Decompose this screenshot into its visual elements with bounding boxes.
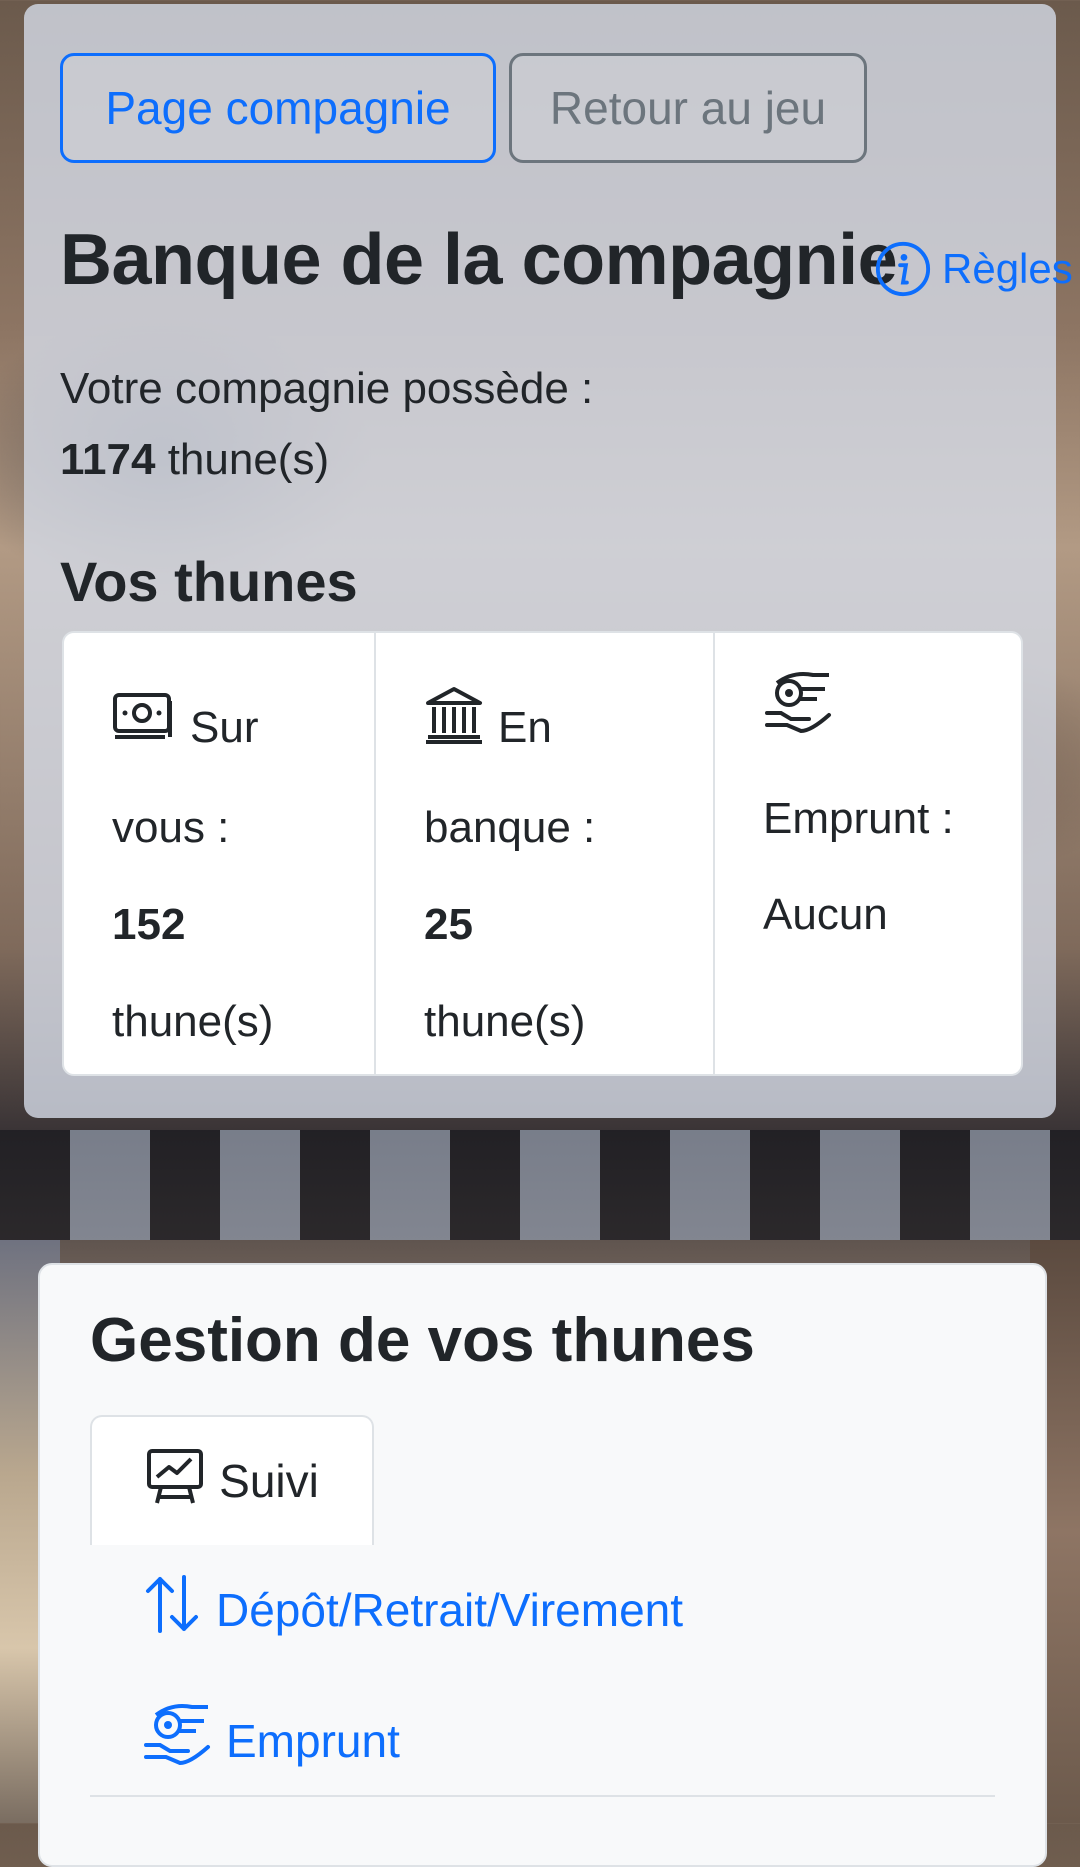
company-amount-unit: thune(s): [155, 435, 330, 484]
company-page-button[interactable]: Page compagnie: [60, 53, 496, 163]
arrows-up-down-icon: [142, 1573, 202, 1646]
stat-in-bank-amount: 25: [424, 899, 473, 949]
stat-on-you-label-2: vous :: [112, 802, 230, 852]
bank-summary-card: Page compagnie Retour au jeu Banque de l…: [24, 4, 1073, 1118]
info-circle-icon: [875, 241, 931, 297]
background-image: [0, 1130, 1080, 1240]
stat-on-you-amount: 152: [112, 899, 186, 949]
stat-on-you-label-1: Sur: [190, 703, 259, 752]
money-bill-icon: [112, 682, 176, 779]
stat-in-bank-label-1: En: [498, 703, 552, 752]
hand-coin-icon: [763, 669, 833, 771]
management-title: Gestion de vos thunes: [90, 1306, 755, 1375]
company-owns-value: 1174 thune(s): [60, 435, 329, 485]
company-owns-label: Votre compagnie possède :: [60, 364, 594, 413]
page-title: Banque de la compagnie: [60, 220, 898, 300]
stat-loan: Emprunt : Aucun: [713, 633, 1021, 1074]
stat-on-you-unit: thune(s): [112, 996, 274, 1046]
stat-loan-label: Emprunt :: [763, 794, 954, 843]
stat-in-bank: En banque : 25 thune(s): [374, 633, 713, 1074]
tab-depot-retrait-virement[interactable]: Dépôt/Retrait/Virement: [142, 1573, 683, 1646]
tab-depot-label: Dépôt/Retrait/Virement: [216, 1583, 684, 1636]
presentation-chart-icon: [145, 1447, 205, 1516]
tab-suivi[interactable]: Suivi: [90, 1415, 374, 1545]
tab-emprunt-label: Emprunt: [226, 1714, 400, 1767]
company-amount: 1174: [60, 435, 156, 484]
stat-in-bank-label-2: banque :: [424, 802, 596, 852]
stat-on-you: Sur vous : 152 thune(s): [64, 633, 374, 1074]
tab-divider: [90, 1795, 995, 1797]
rules-link[interactable]: Règles: [874, 240, 1073, 298]
money-stats-group: Sur vous : 152 thune(s) En banque : 25 t…: [62, 631, 1023, 1076]
tab-suivi-label: Suivi: [219, 1455, 319, 1507]
hand-coin-icon: [142, 1701, 212, 1780]
rules-link-label: Règles: [942, 245, 1073, 292]
money-management-card: Gestion de vos thunes Suivi Dépôt/Retrai…: [38, 1263, 1047, 1867]
stat-loan-value: Aucun: [763, 890, 888, 939]
tab-emprunt[interactable]: Emprunt: [142, 1701, 400, 1780]
stat-in-bank-unit: thune(s): [424, 996, 586, 1046]
back-to-game-button[interactable]: Retour au jeu: [509, 53, 867, 163]
your-money-title: Vos thunes: [60, 550, 358, 613]
bank-icon: [424, 682, 484, 779]
